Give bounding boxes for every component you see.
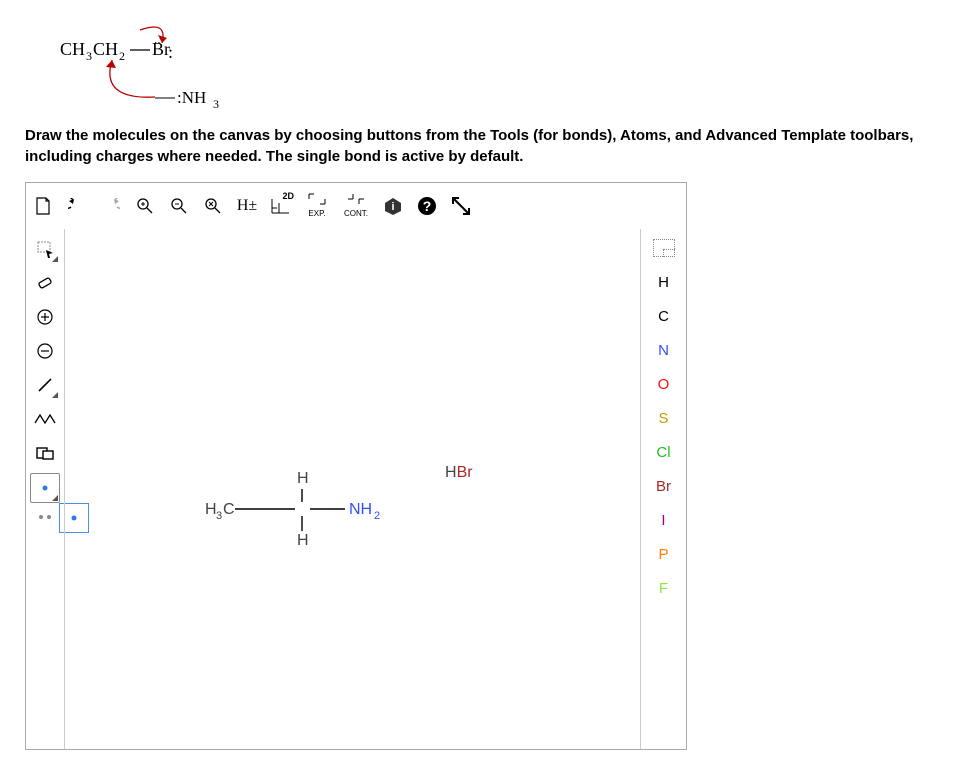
new-file-button[interactable] xyxy=(28,191,58,221)
atom-O-button[interactable]: O xyxy=(649,371,679,397)
atom-Br-button[interactable]: Br xyxy=(649,473,679,499)
atom-I-button[interactable]: I xyxy=(649,507,679,533)
svg-text:H: H xyxy=(297,470,309,487)
twod-label: 2D xyxy=(282,191,294,201)
cont-label: CONT. xyxy=(344,209,368,218)
charge-minus-button[interactable] xyxy=(31,337,59,365)
svg-text:NH: NH xyxy=(349,501,372,518)
atom-P-button[interactable]: P xyxy=(649,541,679,567)
atom-H-button[interactable]: H xyxy=(649,269,679,295)
molecule-svg: H 3 C H H NH 2 HBr xyxy=(65,229,625,749)
svg-text:2: 2 xyxy=(374,510,380,522)
atom-F-button[interactable]: F xyxy=(649,575,679,601)
svg-text:3: 3 xyxy=(86,49,92,63)
svg-text:H: H xyxy=(205,501,217,518)
reaction-svg: CH 3 CH 2 Br : ‥ :NH 3 xyxy=(40,25,300,115)
right-toolbar: H C N O S Cl Br I P F xyxy=(641,229,686,749)
instruction-text: Draw the molecules on the canvas by choo… xyxy=(25,125,939,167)
zoom-out-button[interactable] xyxy=(164,191,194,221)
atom-N-button[interactable]: N xyxy=(649,337,679,363)
view-2d-button[interactable]: 2D xyxy=(266,191,296,221)
atom-C-button[interactable]: C xyxy=(649,303,679,329)
svg-text:i: i xyxy=(391,201,394,213)
info-button[interactable]: i xyxy=(378,191,408,221)
chem-editor: H± 2D EXP. CONT. i ? xyxy=(25,182,687,750)
top-toolbar: H± 2D EXP. CONT. i ? xyxy=(26,183,686,229)
svg-text:CH: CH xyxy=(60,39,85,59)
drawing-canvas[interactable]: H 3 C H H NH 2 HBr xyxy=(64,229,641,749)
charge-plus-button[interactable] xyxy=(31,303,59,331)
contract-button[interactable]: CONT. xyxy=(338,191,374,221)
svg-text::NH: :NH xyxy=(177,88,206,107)
svg-text:C: C xyxy=(223,501,235,518)
svg-text:3: 3 xyxy=(213,97,219,111)
hydrogen-toggle-button[interactable]: H± xyxy=(232,191,262,221)
undo-button[interactable] xyxy=(62,191,92,221)
atom-Cl-button[interactable]: Cl xyxy=(649,439,679,465)
selection-tool-button[interactable] xyxy=(31,235,59,263)
svg-text:2: 2 xyxy=(119,49,125,63)
help-button[interactable]: ? xyxy=(412,191,442,221)
reaction-scheme: CH 3 CH 2 Br : ‥ :NH 3 xyxy=(40,25,939,115)
svg-text:HBr: HBr xyxy=(445,464,473,481)
periodic-table-icon xyxy=(653,239,675,257)
svg-text::: : xyxy=(168,42,173,62)
eraser-button[interactable] xyxy=(31,269,59,297)
single-bond-button[interactable] xyxy=(31,371,59,399)
redo-button[interactable] xyxy=(96,191,126,221)
svg-text:H: H xyxy=(297,532,309,549)
lone-pair-button[interactable] xyxy=(30,473,60,503)
zoom-in-button[interactable] xyxy=(130,191,160,221)
expand-button[interactable]: EXP. xyxy=(300,191,334,221)
zoom-fit-button[interactable] xyxy=(198,191,228,221)
chain-button[interactable] xyxy=(31,405,59,433)
h-label: H± xyxy=(237,197,257,215)
svg-text:CH: CH xyxy=(93,39,118,59)
atom-S-button[interactable]: S xyxy=(649,405,679,431)
periodic-table-button[interactable] xyxy=(649,235,679,261)
template-button[interactable] xyxy=(31,439,59,467)
exp-label: EXP. xyxy=(308,209,325,218)
svg-text:?: ? xyxy=(423,198,432,214)
fullscreen-button[interactable] xyxy=(446,191,476,221)
svg-text:3: 3 xyxy=(216,510,222,522)
editor-body: H 3 C H H NH 2 HBr H C N O S Cl Br I xyxy=(26,229,686,749)
left-toolbar xyxy=(26,229,64,749)
